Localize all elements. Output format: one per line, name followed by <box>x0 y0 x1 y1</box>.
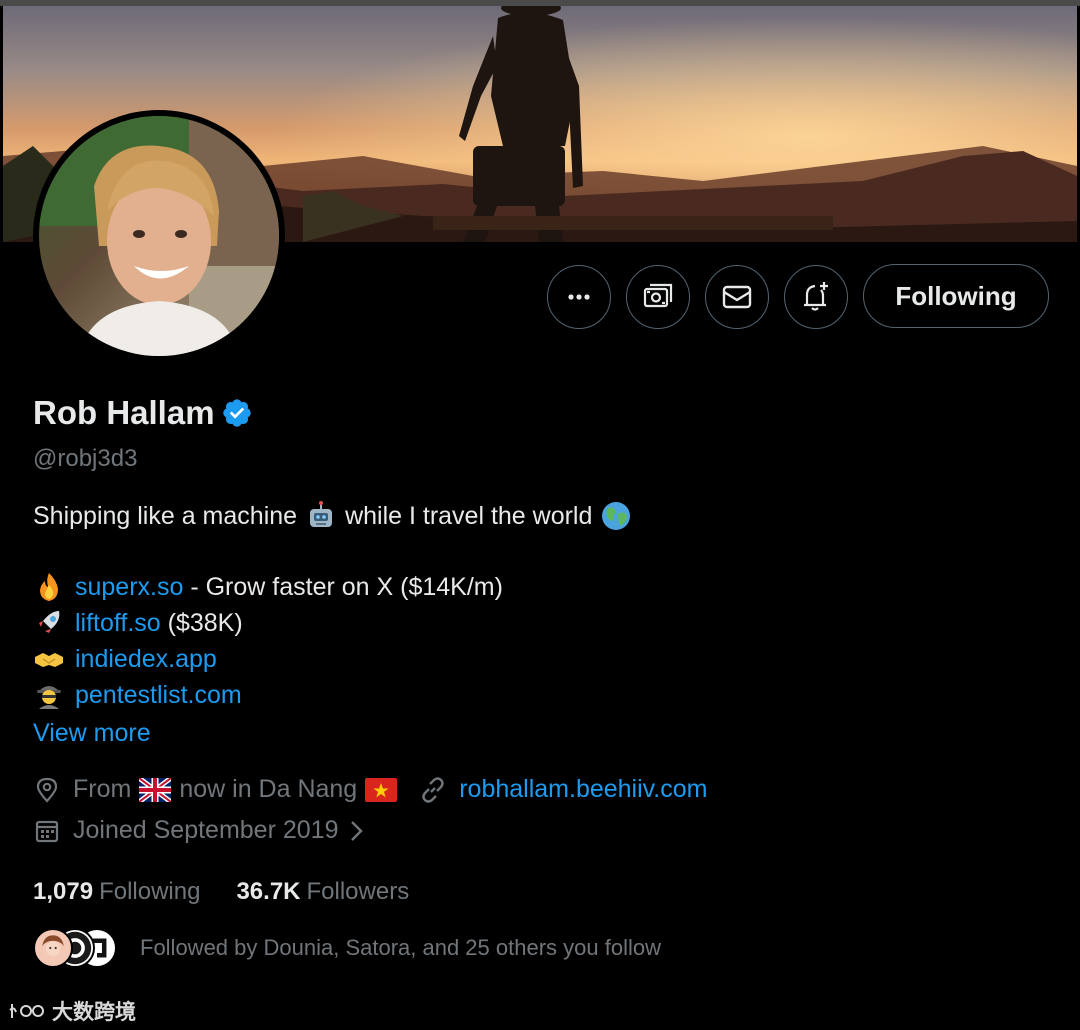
follow-stats: 1,079 Following 36.7K Followers <box>33 878 409 906</box>
followed-by-row[interactable]: Followed by Dounia, Satora, and 25 other… <box>33 928 661 968</box>
followed-by-text: Followed by Dounia, Satora, and 25 other… <box>140 935 661 960</box>
avatar-photo <box>39 116 279 356</box>
bio-link-row-1: superx.so - Grow faster on X ($14K/m) <box>33 571 503 603</box>
website-link[interactable]: robhallam.beehiiv.com <box>459 775 707 804</box>
location-from-text: From <box>73 775 132 803</box>
profile-avatar[interactable] <box>33 110 285 362</box>
message-button[interactable] <box>705 265 769 329</box>
mail-icon <box>722 285 752 309</box>
followers-count: 36.7K <box>236 878 301 905</box>
profile-name-row: Rob Hallam <box>33 394 253 432</box>
followers-stat[interactable]: 36.7K Followers <box>236 878 409 906</box>
location-website-row: From now in Da Nang robhallam.beehiiv.co… <box>33 775 708 804</box>
following-button[interactable]: Following <box>863 264 1049 328</box>
notifications-button[interactable] <box>784 265 848 329</box>
chevron-right-icon[interactable] <box>346 819 366 843</box>
following-label: Following <box>99 878 201 905</box>
verified-badge-icon[interactable] <box>221 397 253 429</box>
bio-text-2: while I travel the world <box>345 501 593 530</box>
profile-handle: @robj3d3 <box>33 445 138 472</box>
bio-link-row-2: liftoff.so ($38K) <box>33 607 243 639</box>
liftoff-description: ($38K) <box>160 608 243 637</box>
link-icon <box>422 776 444 803</box>
watermark-text: 大数跨境 <box>52 1001 136 1024</box>
detective-emoji-icon <box>37 686 61 709</box>
following-stat[interactable]: 1,079 Following <box>33 878 200 906</box>
following-count: 1,079 <box>33 878 94 905</box>
watermark-logo-icon <box>9 1004 44 1018</box>
superx-link[interactable]: superx.so <box>75 573 183 602</box>
handshake-emoji-icon <box>35 653 63 667</box>
joined-date: Joined September 2019 <box>73 816 339 844</box>
more-options-button[interactable] <box>547 265 611 329</box>
watermark: 大数跨境 <box>8 996 136 1026</box>
robot-emoji-icon <box>310 501 333 527</box>
view-more-row: View more <box>33 719 151 748</box>
view-more-link[interactable]: View more <box>33 719 151 748</box>
mutual-avatar-1 <box>33 928 73 968</box>
more-icon <box>568 294 590 300</box>
calendar-icon <box>35 820 59 842</box>
profile-name: Rob Hallam <box>33 394 215 431</box>
uk-flag-icon <box>139 777 172 802</box>
mutual-followers-avatars <box>33 928 123 968</box>
pentestlist-link[interactable]: pentestlist.com <box>75 681 242 710</box>
globe-emoji-icon <box>602 502 631 530</box>
bio-line-1: Shipping like a machine while I travel t… <box>33 500 640 532</box>
joined-row: Joined September 2019 <box>33 816 366 845</box>
bio-text-1: Shipping like a machine <box>33 501 298 530</box>
subscribe-button[interactable] <box>626 265 690 329</box>
notification-bell-icon <box>804 282 828 311</box>
location-icon <box>36 777 58 803</box>
subscribe-icon <box>643 283 673 308</box>
liftoff-link[interactable]: liftoff.so <box>75 609 161 638</box>
vietnam-flag-icon <box>365 777 398 802</box>
bio-link-row-3: indiedex.app <box>33 643 217 675</box>
fire-emoji-icon <box>40 573 58 601</box>
indiedex-link[interactable]: indiedex.app <box>75 645 217 674</box>
location-now-text: now in Da Nang <box>179 775 358 803</box>
superx-description: - Grow faster on X ($14K/m) <box>183 572 503 601</box>
rocket-emoji-icon <box>37 611 60 635</box>
bio-link-row-4: pentestlist.com <box>33 679 242 711</box>
followers-label: Followers <box>306 878 410 905</box>
